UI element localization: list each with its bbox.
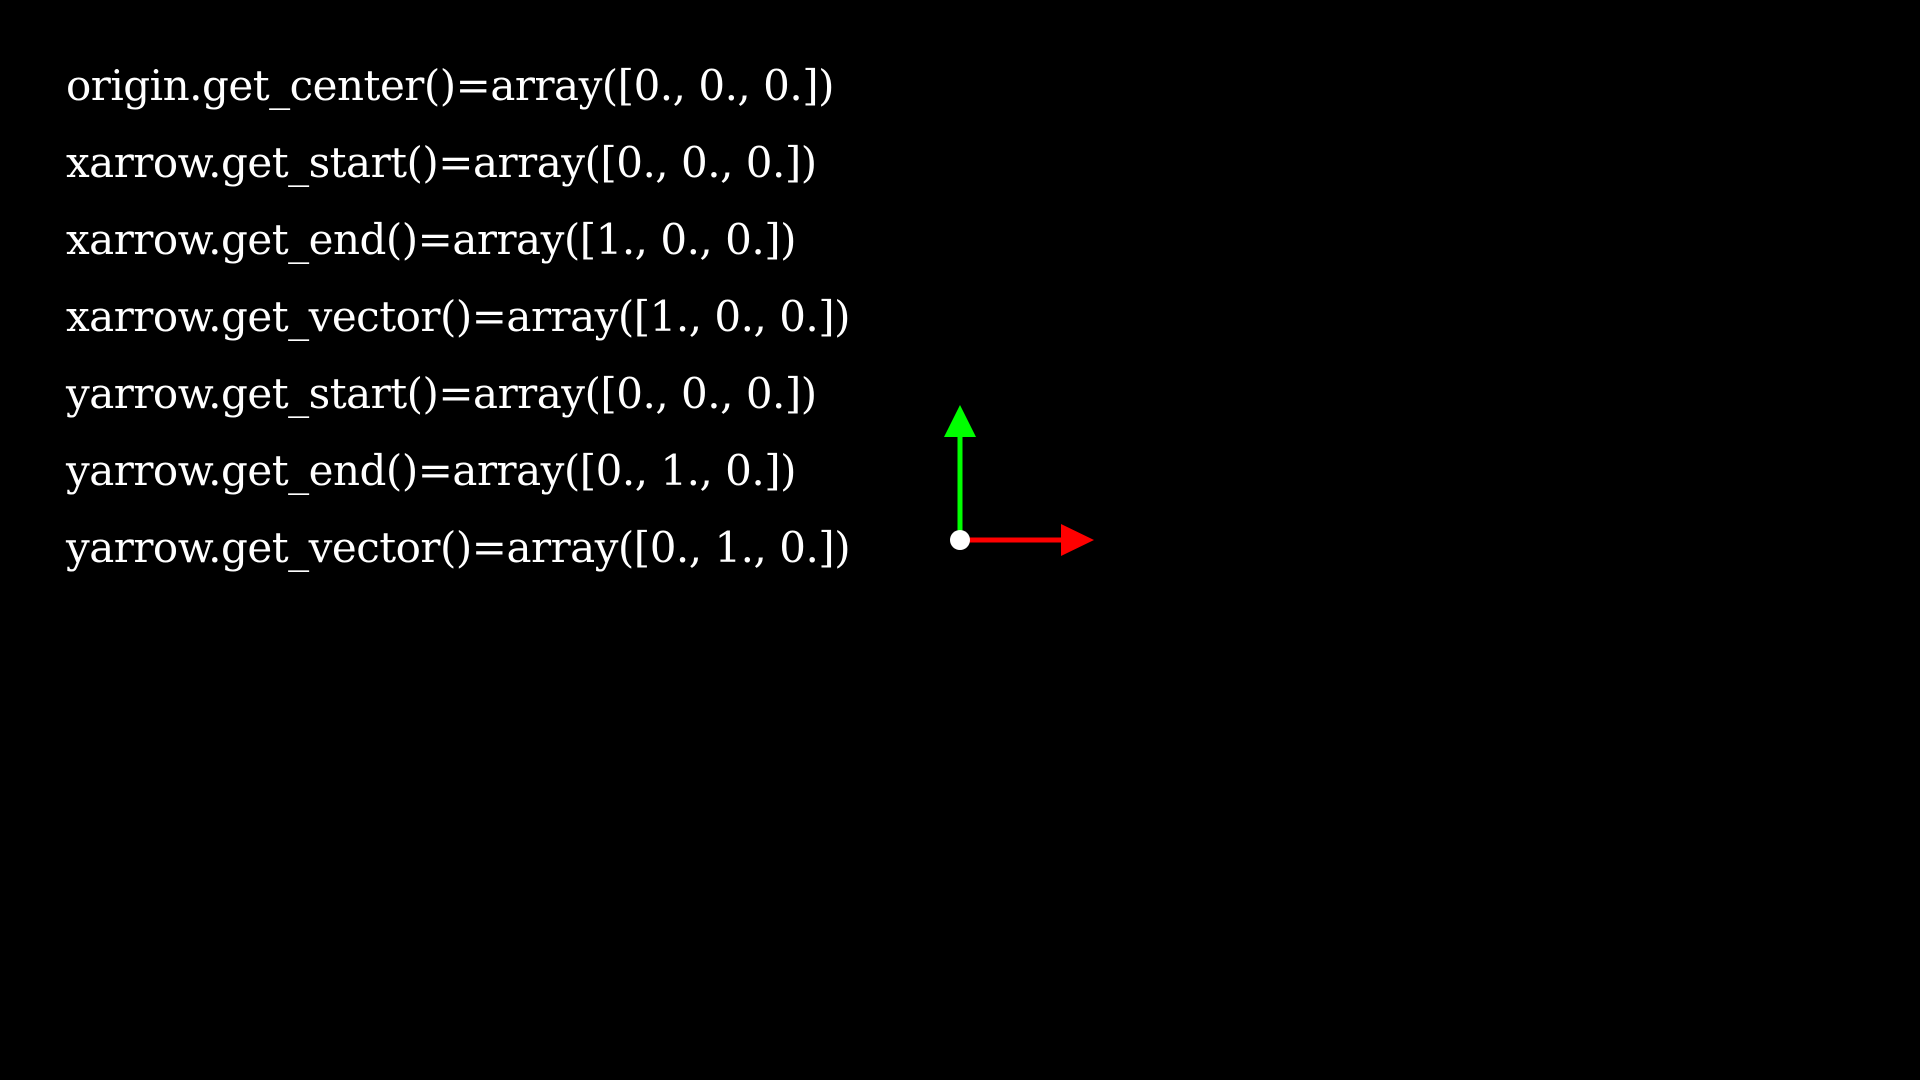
x-arrow-head bbox=[1061, 524, 1094, 556]
axes-diagram bbox=[944, 405, 1094, 556]
x-arrow-icon bbox=[960, 524, 1094, 556]
y-arrow-head bbox=[944, 405, 976, 437]
y-arrow-icon bbox=[944, 405, 976, 540]
scene-canvas: origin.get_center()=array([0., 0., 0.]) … bbox=[0, 0, 1920, 1080]
origin-dot-icon bbox=[950, 530, 970, 550]
